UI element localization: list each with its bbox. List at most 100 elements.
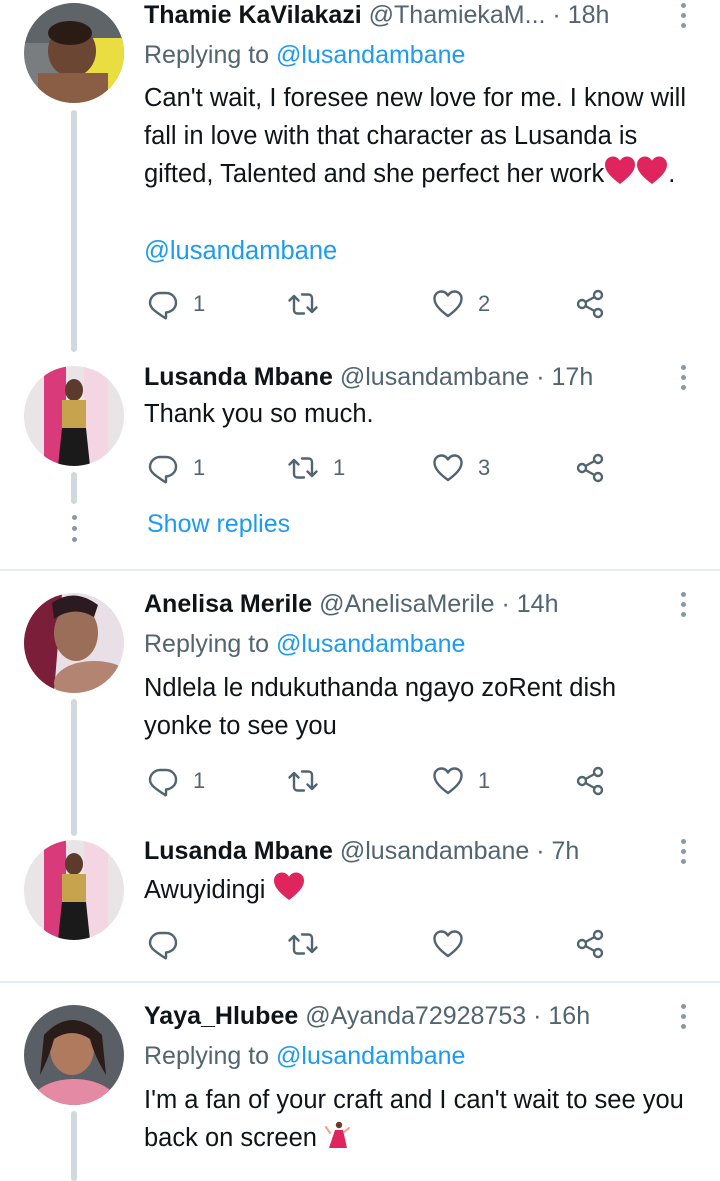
timestamp[interactable]: 16h: [548, 1002, 590, 1030]
author-name[interactable]: Thamie KaVilakazi: [144, 1, 362, 29]
reply-count: 1: [193, 455, 206, 480]
reply-button[interactable]: 1: [147, 450, 205, 486]
avatar[interactable]: [24, 366, 124, 466]
like-button[interactable]: 3: [432, 450, 490, 486]
avatar[interactable]: [24, 593, 124, 693]
retweet-button[interactable]: [287, 286, 333, 322]
timestamp[interactable]: 18h: [568, 1, 610, 29]
separator-dot: ·: [536, 837, 545, 865]
heart-outline-icon: [432, 288, 464, 320]
timestamp[interactable]: 17h: [552, 363, 594, 391]
retweet-icon: [287, 288, 319, 320]
show-replies-link[interactable]: Show replies: [147, 510, 290, 539]
tweet-yaya[interactable]: Yaya_Hlubee @Ayanda72928753 · 16h Replyi…: [0, 1001, 720, 1181]
thread-line: [71, 1111, 77, 1181]
thread-line: [71, 699, 77, 836]
more-icon[interactable]: [680, 1004, 686, 1032]
replying-to: Replying to @lusandambane: [144, 40, 465, 70]
divider: [0, 981, 720, 983]
tweet-text: Ndlela le ndukuthanda ngayo zoRent dish …: [144, 674, 617, 740]
retweet-count: 1: [333, 455, 346, 480]
timestamp[interactable]: 14h: [517, 590, 559, 618]
reply-icon: [147, 765, 179, 797]
reply-button[interactable]: [147, 926, 193, 962]
author-name[interactable]: Lusanda Mbane: [144, 363, 333, 391]
tweet-text-suffix: .: [668, 160, 676, 188]
tweet-actions: 1 1: [144, 763, 624, 799]
tweet-thamie[interactable]: Thamie KaVilakazi @ThamiekaM... · 18h Re…: [0, 0, 720, 352]
replying-prefix: Replying to: [144, 630, 277, 658]
tweet-header: Lusanda Mbane @lusandambane · 17h: [144, 362, 680, 392]
retweet-button[interactable]: [287, 926, 333, 962]
author-handle[interactable]: @ThamiekaM...: [369, 1, 546, 29]
avatar[interactable]: [24, 3, 124, 103]
retweet-button[interactable]: [287, 763, 333, 799]
tweet-text: Can't wait, I foresee new love for me. I…: [144, 80, 704, 194]
avatar[interactable]: [24, 1005, 124, 1105]
tweet-lusanda-reply-1[interactable]: Lusanda Mbane @lusandambane · 17h Thank …: [0, 362, 720, 562]
red-heart-emoji: [273, 871, 305, 901]
reply-icon: [147, 928, 179, 960]
more-icon[interactable]: [680, 839, 686, 867]
replying-prefix: Replying to: [144, 1042, 277, 1070]
red-heart-emoji: [636, 155, 668, 185]
tweet-actions: [144, 926, 624, 962]
retweet-button[interactable]: 1: [287, 450, 345, 486]
share-button[interactable]: [575, 450, 607, 486]
author-name[interactable]: Anelisa Merile: [144, 590, 312, 618]
tweet-header: Anelisa Merile @AnelisaMerile · 14h: [144, 589, 680, 619]
tweet-text: I'm a fan of your craft and I can't wait…: [144, 1082, 710, 1157]
heart-outline-icon: [432, 928, 464, 960]
tweet-anelisa[interactable]: Anelisa Merile @AnelisaMerile · 14h Repl…: [0, 589, 720, 839]
red-heart-emoji: [604, 155, 636, 185]
like-button[interactable]: 2: [432, 286, 490, 322]
replying-mention[interactable]: @lusandambane: [276, 1042, 465, 1070]
author-name[interactable]: Yaya_Hlubee: [144, 1002, 298, 1030]
tweet-lusanda-reply-2[interactable]: Lusanda Mbane @lusandambane · 7h Awuyidi…: [0, 836, 720, 976]
author-handle[interactable]: @AnelisaMerile: [319, 590, 494, 618]
author-handle[interactable]: @Ayanda72928753: [305, 1002, 526, 1030]
like-button[interactable]: 1: [432, 763, 490, 799]
share-icon: [575, 928, 607, 960]
author-name[interactable]: Lusanda Mbane: [144, 837, 333, 865]
separator-dot: ·: [536, 363, 545, 391]
separator-dot: ·: [501, 590, 510, 618]
dancer-emoji: [325, 1121, 351, 1148]
replying-mention[interactable]: @lusandambane: [276, 41, 465, 69]
author-handle[interactable]: @lusandambane: [340, 363, 529, 391]
heart-outline-icon: [432, 765, 464, 797]
author-handle[interactable]: @lusandambane: [340, 837, 529, 865]
more-icon[interactable]: [680, 592, 686, 620]
replying-to: Replying to @lusandambane: [144, 1041, 465, 1071]
like-button[interactable]: [432, 926, 478, 962]
separator-dot: ·: [533, 1002, 542, 1030]
share-icon: [575, 452, 607, 484]
timestamp[interactable]: 7h: [552, 837, 580, 865]
divider: [0, 569, 720, 571]
thread-line: [71, 472, 77, 504]
retweet-icon: [287, 928, 319, 960]
more-icon[interactable]: [680, 365, 686, 393]
replying-mention[interactable]: @lusandambane: [276, 630, 465, 658]
tweet-actions: 1 1 3: [144, 450, 624, 486]
tweet-text-content: Awuyidingi: [144, 876, 266, 904]
tweet-text-content: I'm a fan of your craft and I can't wait…: [144, 1086, 684, 1152]
avatar[interactable]: [24, 840, 124, 940]
share-icon: [575, 288, 607, 320]
reply-count: 1: [193, 768, 206, 793]
tweet-header: Thamie KaVilakazi @ThamiekaM... · 18h: [144, 0, 680, 30]
share-button[interactable]: [575, 286, 607, 322]
more-icon[interactable]: [680, 3, 686, 31]
reply-button[interactable]: 1: [147, 763, 205, 799]
tweet-text: Thank you so much.: [144, 400, 374, 428]
share-button[interactable]: [575, 926, 607, 962]
reply-button[interactable]: 1: [147, 286, 205, 322]
share-button[interactable]: [575, 763, 607, 799]
replying-to: Replying to @lusandambane: [144, 629, 465, 659]
tweet-header: Yaya_Hlubee @Ayanda72928753 · 16h: [144, 1001, 680, 1031]
separator-dot: ·: [552, 1, 561, 29]
reply-count: 1: [193, 291, 206, 316]
thread-line: [71, 110, 77, 352]
mention-link[interactable]: @lusandambane: [144, 236, 337, 266]
like-count: 3: [478, 455, 491, 480]
